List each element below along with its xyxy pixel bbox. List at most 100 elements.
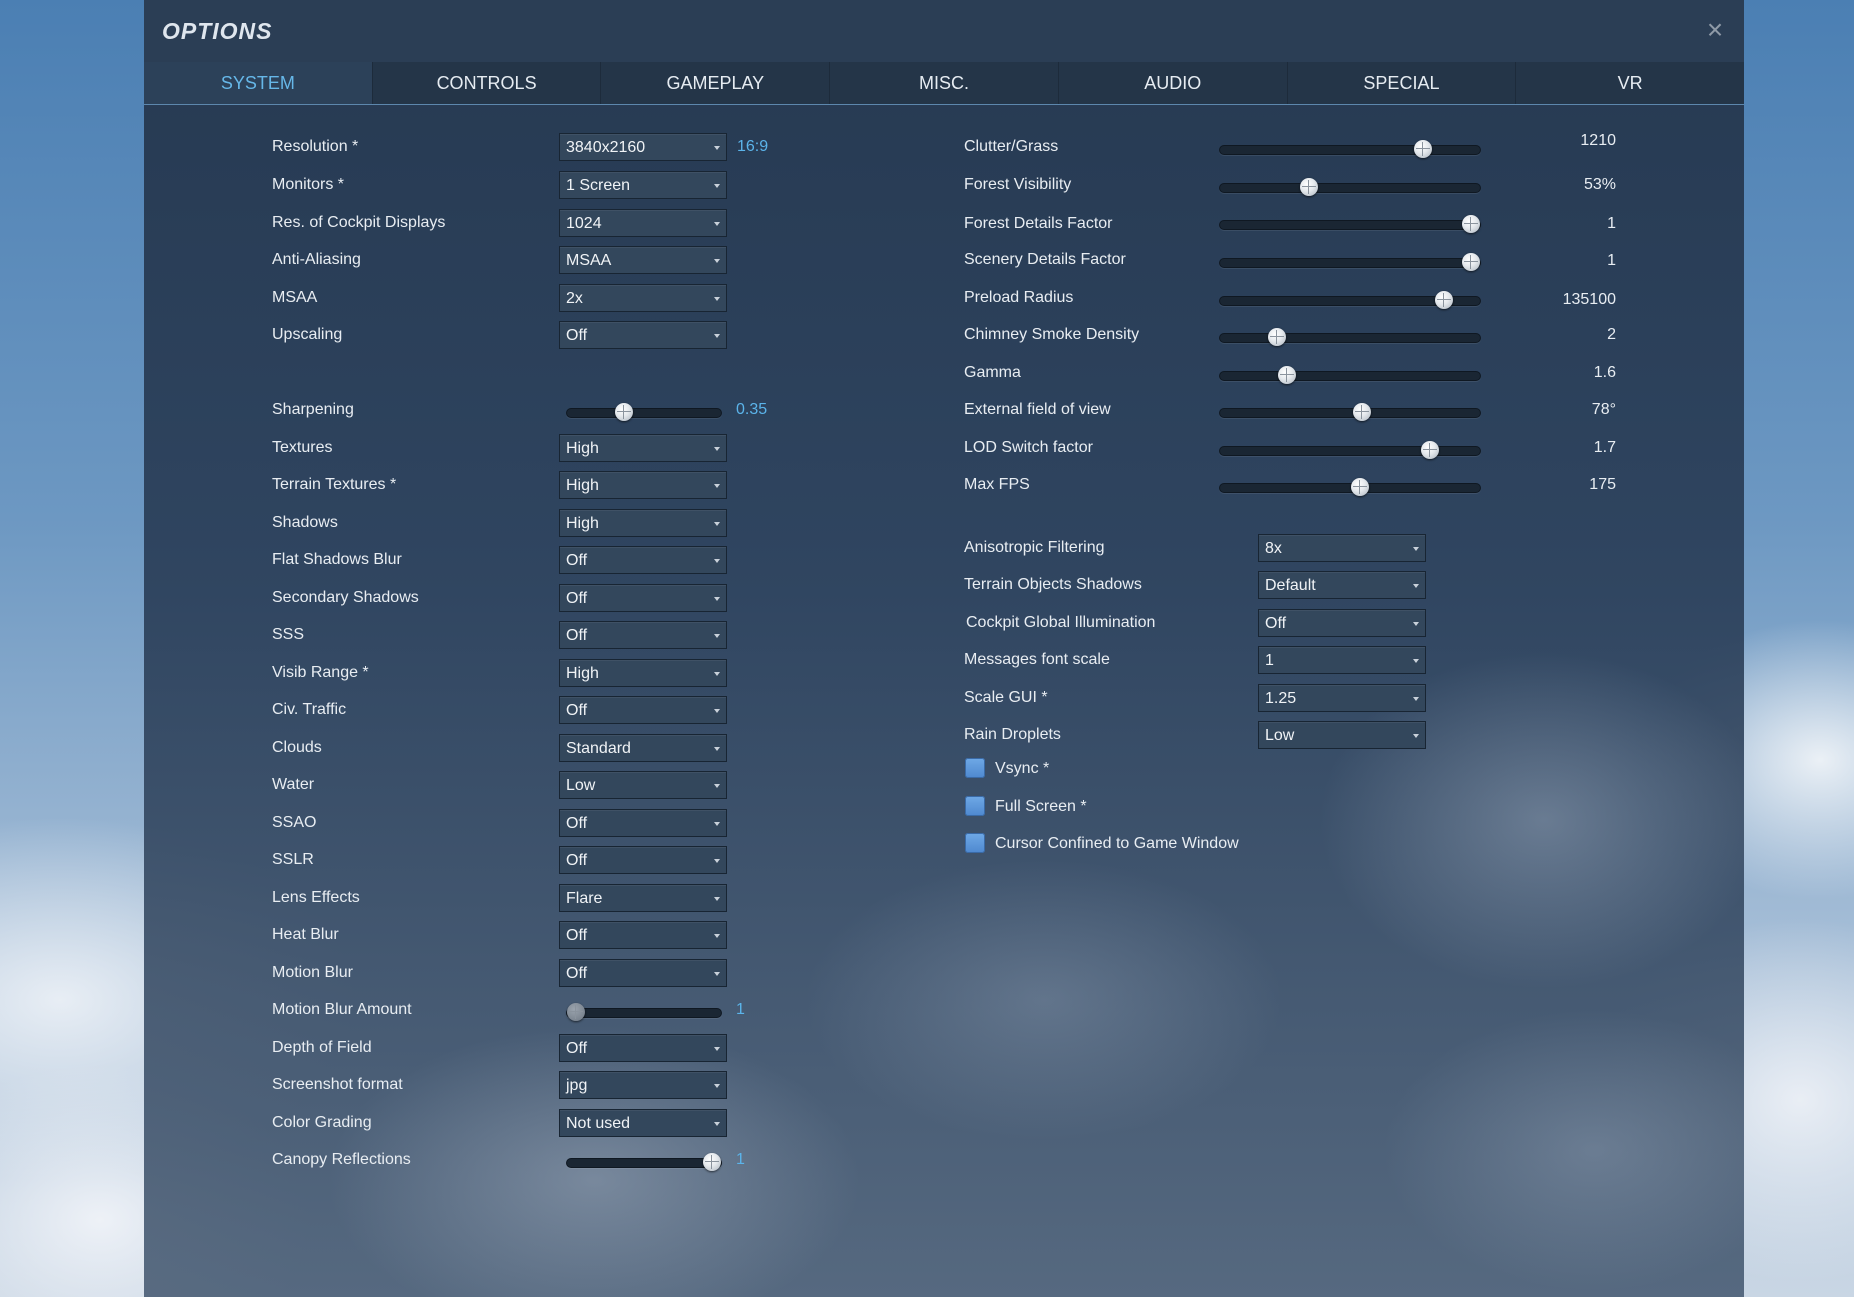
tab-vr[interactable]: VR	[1516, 62, 1744, 104]
slider-knob[interactable]	[1353, 403, 1371, 421]
chimney-smoke-label: Chimney Smoke Density	[964, 326, 1140, 343]
gamma-value: 1.6	[1593, 364, 1616, 381]
cockpit-gi-dropdown[interactable]: Off	[1258, 609, 1426, 637]
clouds-dropdown[interactable]: Standard	[559, 734, 727, 762]
textures-dropdown[interactable]: High	[559, 434, 727, 462]
chimney-smoke-slider[interactable]	[1219, 328, 1481, 346]
lod-switch-slider[interactable]	[1219, 441, 1481, 459]
canopy-reflections-slider[interactable]	[566, 1153, 722, 1171]
flat-shadows-blur-dropdown[interactable]: Off	[559, 546, 727, 574]
cockpit-res-label: Res. of Cockpit Displays	[272, 214, 446, 231]
chevron-down-icon	[714, 822, 720, 826]
upscaling-dropdown[interactable]: Off	[559, 321, 727, 349]
ssao-label: SSAO	[272, 814, 317, 831]
motion-blur-amount-slider[interactable]	[566, 1003, 722, 1021]
external-fov-slider[interactable]	[1219, 403, 1481, 421]
forest-details-slider[interactable]	[1219, 215, 1481, 233]
secondary-shadows-dropdown[interactable]: Off	[559, 584, 727, 612]
scale-gui-value: 1.25	[1265, 690, 1297, 707]
sss-value: Off	[566, 627, 588, 644]
anisotropic-value: 8x	[1265, 540, 1282, 557]
lens-effects-value: Flare	[566, 890, 603, 907]
max-fps-label: Max FPS	[964, 476, 1030, 493]
heat-blur-dropdown[interactable]: Off	[559, 921, 727, 949]
slider-knob[interactable]	[1268, 328, 1286, 346]
chevron-down-icon	[714, 859, 720, 863]
rain-droplets-label: Rain Droplets	[964, 726, 1061, 743]
lens-effects-dropdown[interactable]: Flare	[559, 884, 727, 912]
shadows-dropdown[interactable]: High	[559, 509, 727, 537]
tab-controls[interactable]: CONTROLS	[373, 62, 602, 104]
resolution-dropdown[interactable]: 3840x2160	[559, 133, 727, 161]
motion-blur-amount-label: Motion Blur Amount	[272, 1001, 412, 1018]
chevron-down-icon	[714, 597, 720, 601]
gamma-label: Gamma	[964, 364, 1021, 381]
anti-aliasing-label: Anti-Aliasing	[272, 251, 361, 268]
motion-blur-dropdown[interactable]: Off	[559, 959, 727, 987]
sss-dropdown[interactable]: Off	[559, 621, 727, 649]
tab-special[interactable]: SPECIAL	[1288, 62, 1517, 104]
chevron-down-icon	[714, 522, 720, 526]
terrain-textures-dropdown[interactable]: High	[559, 471, 727, 499]
civ-traffic-dropdown[interactable]: Off	[559, 696, 727, 724]
upscaling-value: Off	[566, 327, 588, 344]
scale-gui-dropdown[interactable]: 1.25	[1258, 684, 1426, 712]
full-screen-checkbox[interactable]	[965, 796, 985, 816]
tab-gameplay[interactable]: GAMEPLAY	[601, 62, 831, 104]
textures-label: Textures	[272, 439, 333, 456]
chevron-down-icon	[714, 297, 720, 301]
msaa-dropdown[interactable]: 2x	[559, 284, 727, 312]
sslr-dropdown[interactable]: Off	[559, 846, 727, 874]
slider-knob[interactable]	[1351, 478, 1369, 496]
slider-knob[interactable]	[1435, 291, 1453, 309]
chevron-down-icon	[714, 747, 720, 751]
tab-bar: SYSTEM CONTROLS GAMEPLAY MISC. AUDIO SPE…	[144, 62, 1744, 105]
cockpit-res-dropdown[interactable]: 1024	[559, 209, 727, 237]
slider-knob[interactable]	[1414, 140, 1432, 158]
visib-range-dropdown[interactable]: High	[559, 659, 727, 687]
forest-visibility-slider[interactable]	[1219, 178, 1481, 196]
gamma-slider[interactable]	[1219, 366, 1481, 384]
slider-knob[interactable]	[1462, 215, 1480, 233]
monitors-dropdown[interactable]: 1 Screen	[559, 171, 727, 199]
tab-misc[interactable]: MISC.	[830, 62, 1059, 104]
clutter-grass-slider[interactable]	[1219, 140, 1481, 158]
tab-audio[interactable]: AUDIO	[1059, 62, 1288, 104]
preload-radius-slider[interactable]	[1219, 291, 1481, 309]
vsync-checkbox[interactable]	[965, 758, 985, 778]
title-bar: OPTIONS ×	[144, 0, 1744, 63]
rain-droplets-dropdown[interactable]: Low	[1258, 721, 1426, 749]
slider-knob[interactable]	[615, 403, 633, 421]
sharpening-slider[interactable]	[566, 403, 722, 421]
depth-of-field-dropdown[interactable]: Off	[559, 1034, 727, 1062]
sslr-label: SSLR	[272, 851, 314, 868]
cursor-confined-checkbox[interactable]	[965, 833, 985, 853]
tab-system[interactable]: SYSTEM	[144, 62, 373, 104]
slider-knob[interactable]	[1300, 178, 1318, 196]
close-icon[interactable]: ×	[1700, 12, 1730, 48]
terrain-objects-shadows-dropdown[interactable]: Default	[1258, 571, 1426, 599]
slider-knob[interactable]	[703, 1153, 721, 1171]
chevron-down-icon	[714, 1122, 720, 1126]
anisotropic-dropdown[interactable]: 8x	[1258, 534, 1426, 562]
messages-font-scale-dropdown[interactable]: 1	[1258, 646, 1426, 674]
water-dropdown[interactable]: Low	[559, 771, 727, 799]
slider-knob[interactable]	[1421, 441, 1439, 459]
slider-knob[interactable]	[1462, 253, 1480, 271]
ssao-dropdown[interactable]: Off	[559, 809, 727, 837]
color-grading-dropdown[interactable]: Not used	[559, 1109, 727, 1137]
anti-aliasing-dropdown[interactable]: MSAA	[559, 246, 727, 274]
canopy-reflections-value: 1	[736, 1151, 745, 1168]
chevron-down-icon	[1413, 547, 1419, 551]
chevron-down-icon	[714, 972, 720, 976]
options-window: OPTIONS × SYSTEM CONTROLS GAMEPLAY MISC.…	[144, 0, 1744, 1297]
slider-knob[interactable]	[567, 1003, 585, 1021]
max-fps-slider[interactable]	[1219, 478, 1481, 496]
chevron-down-icon	[1413, 584, 1419, 588]
resolution-value: 3840x2160	[566, 139, 646, 156]
slider-knob[interactable]	[1278, 366, 1296, 384]
screenshot-format-dropdown[interactable]: jpg	[559, 1071, 727, 1099]
ssao-value: Off	[566, 815, 588, 832]
civ-traffic-label: Civ. Traffic	[272, 701, 347, 718]
scenery-details-slider[interactable]	[1219, 253, 1481, 271]
